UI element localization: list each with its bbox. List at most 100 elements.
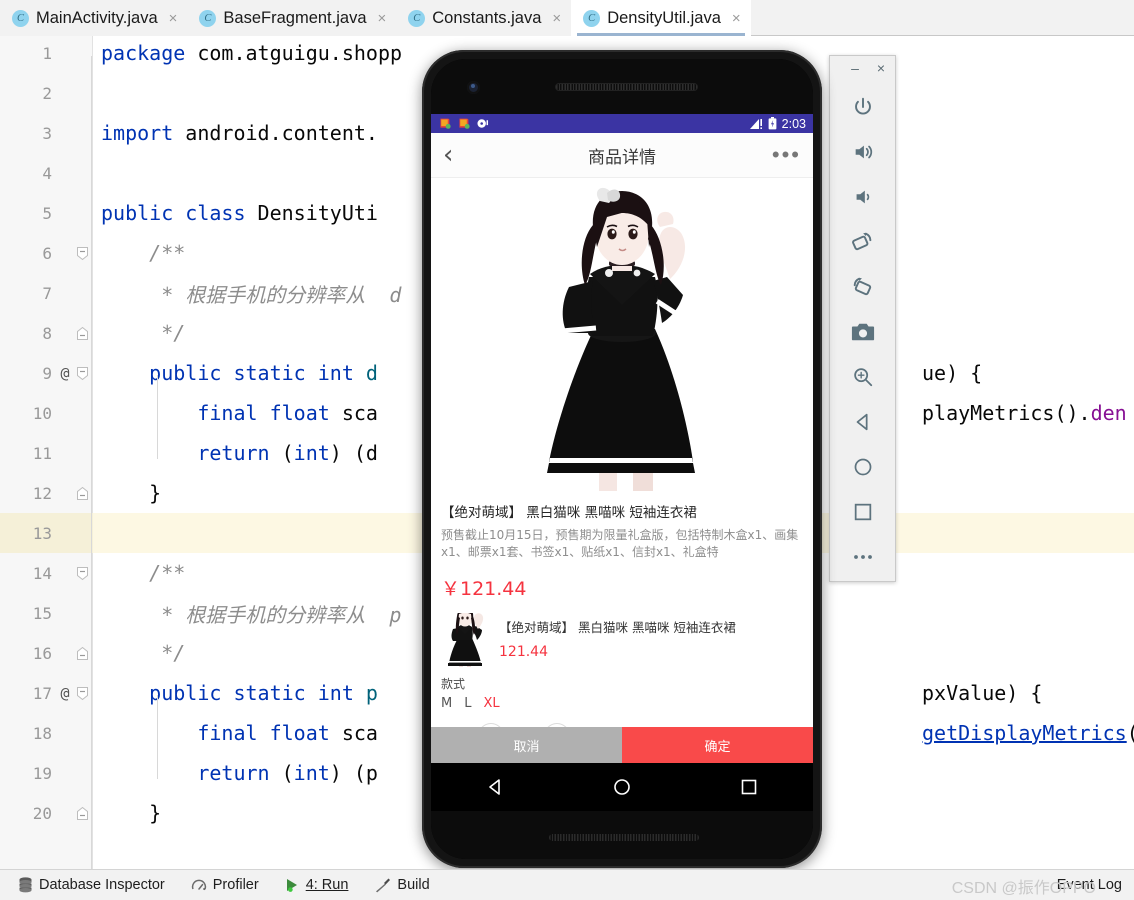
- sku-thumbnail[interactable]: [441, 612, 489, 669]
- code-fold-toggle[interactable]: [74, 646, 90, 661]
- gutter-line[interactable]: 5: [0, 193, 93, 233]
- app-title-bar: ‹ 商品详情 •••: [431, 133, 813, 178]
- ide-status-bar: Database Inspector Profiler 4: Run Build: [0, 869, 1134, 900]
- line-number: 13: [32, 523, 52, 543]
- minimize-icon[interactable]: –: [846, 59, 864, 77]
- gutter-line[interactable]: 3: [0, 113, 93, 153]
- code-line-text: return (int) (p: [101, 761, 378, 785]
- sku-thumbnail-image: [442, 612, 488, 669]
- battery-charging-icon: [768, 117, 777, 130]
- code-fold-toggle[interactable]: [74, 486, 90, 501]
- line-number: 7: [42, 283, 52, 303]
- overview-icon[interactable]: [830, 489, 895, 534]
- gutter-line[interactable]: 15: [0, 593, 93, 633]
- sku-option-values[interactable]: M L XL: [431, 692, 813, 711]
- back-triangle-icon[interactable]: [485, 777, 505, 797]
- code-line-continuation[interactable]: pxValue) {: [922, 673, 1134, 713]
- code-line-text: public static int d: [101, 361, 378, 385]
- gutter-line[interactable]: 7: [0, 273, 93, 313]
- rotate-left-icon[interactable]: [830, 219, 895, 264]
- sku-option-xl[interactable]: XL: [483, 696, 499, 711]
- editor-tab-3[interactable]: C DensityUtil.java ×: [571, 0, 751, 36]
- line-number: 11: [32, 443, 52, 463]
- tab-close-icon[interactable]: ×: [552, 11, 561, 26]
- line-number: 1: [42, 43, 52, 63]
- sku-option-l[interactable]: L: [464, 696, 471, 711]
- gutter-line[interactable]: 18: [0, 713, 93, 753]
- editor-tab-2[interactable]: C Constants.java ×: [396, 0, 572, 36]
- volume-up-icon[interactable]: [830, 129, 895, 174]
- volume-down-icon[interactable]: [830, 174, 895, 219]
- toolwindow-stripe: [0, 869, 12, 900]
- code-line-text: }: [101, 801, 162, 825]
- code-line-text: import android.content.: [101, 121, 378, 145]
- camera-icon[interactable]: [830, 309, 895, 354]
- gutter-line[interactable]: 19: [0, 753, 93, 793]
- close-icon[interactable]: ×: [872, 59, 890, 77]
- gutter-line[interactable]: 17 @: [0, 673, 93, 713]
- gutter-line[interactable]: 9 @: [0, 353, 93, 393]
- emulator-screen[interactable]: 2:03 ‹ 商品详情 ••• 【绝对萌域】 黑白猫咪 黑喵咪 短袖连衣裙 预售…: [431, 114, 813, 811]
- status-event-log[interactable]: Event Log: [1057, 877, 1122, 893]
- back-icon[interactable]: [830, 399, 895, 444]
- cancel-button[interactable]: 取消: [431, 727, 622, 763]
- bottom-speaker: [549, 834, 699, 841]
- confirm-button[interactable]: 确定: [622, 727, 813, 763]
- gutter-line[interactable]: 2: [0, 73, 93, 113]
- tab-close-icon[interactable]: ×: [732, 11, 741, 26]
- code-line-text: /**: [101, 241, 186, 265]
- line-number: 3: [42, 123, 52, 143]
- code-line-text: public static int p: [101, 681, 378, 705]
- gutter-line[interactable]: 12: [0, 473, 93, 513]
- gutter-line[interactable]: 10: [0, 393, 93, 433]
- gutter-line[interactable]: 6: [0, 233, 93, 273]
- code-fold-toggle[interactable]: [74, 366, 90, 381]
- gutter-line[interactable]: 16: [0, 633, 93, 673]
- app-overflow-menu-icon[interactable]: •••: [772, 144, 801, 166]
- gutter-line[interactable]: 4: [0, 153, 93, 193]
- status-build[interactable]: Build: [374, 877, 430, 893]
- code-fold-toggle[interactable]: [74, 686, 90, 701]
- tab-close-icon[interactable]: ×: [169, 11, 178, 26]
- gutter-line[interactable]: 1: [0, 36, 93, 73]
- gutter-line[interactable]: 11: [0, 433, 93, 473]
- more-icon[interactable]: [830, 534, 895, 579]
- power-icon[interactable]: [830, 84, 895, 129]
- editor-tab-1[interactable]: C BaseFragment.java ×: [187, 0, 397, 36]
- code-fold-toggle[interactable]: [74, 246, 90, 261]
- zoom-icon[interactable]: [830, 354, 895, 399]
- code-line-continuation[interactable]: ue) {: [922, 353, 1134, 393]
- gutter-line[interactable]: 13: [0, 513, 93, 553]
- code-fold-toggle[interactable]: [74, 566, 90, 581]
- status-run[interactable]: 4: Run: [285, 877, 348, 893]
- gutter-line[interactable]: 20: [0, 793, 93, 833]
- sku-name: 【绝对萌域】 黑白猫咪 黑喵咪 短袖连衣裙: [499, 619, 736, 635]
- status-profiler[interactable]: Profiler: [191, 877, 259, 893]
- sku-option-m[interactable]: M: [441, 696, 452, 711]
- code-line-continuation[interactable]: playMetrics().den: [922, 393, 1134, 433]
- status-item-label: Build: [397, 877, 430, 893]
- editor-tab-label: BaseFragment.java: [223, 8, 367, 27]
- editor-tab-0[interactable]: C MainActivity.java ×: [0, 0, 188, 36]
- build-hammer-icon: [376, 878, 391, 893]
- home-icon[interactable]: [830, 444, 895, 489]
- tab-close-icon[interactable]: ×: [378, 11, 387, 26]
- line-number: 5: [42, 203, 52, 223]
- product-description: 预售截止10月15日，预售期为限量礼盒版，包括特制木盒x1、画集x1、邮票x1套…: [441, 528, 799, 560]
- gutter-line[interactable]: 8: [0, 313, 93, 353]
- status-database-inspector[interactable]: Database Inspector: [18, 877, 165, 893]
- recents-square-icon[interactable]: [739, 777, 759, 797]
- rotate-right-icon[interactable]: [830, 264, 895, 309]
- code-line-continuation[interactable]: getDisplayMetrics().den: [922, 713, 1134, 753]
- app-back-button[interactable]: ‹: [443, 142, 453, 168]
- code-fold-toggle[interactable]: [74, 326, 90, 341]
- sku-option-label: 款式: [441, 676, 466, 691]
- home-circle-icon[interactable]: [612, 777, 632, 797]
- gutter-line[interactable]: 14: [0, 553, 93, 593]
- status-time: 2:03: [781, 116, 806, 131]
- code-fold-toggle[interactable]: [74, 806, 90, 821]
- annotation-marker[interactable]: @: [56, 364, 74, 382]
- code-line-text: */: [101, 641, 186, 665]
- annotation-marker[interactable]: @: [56, 684, 74, 702]
- line-number: 16: [32, 643, 52, 663]
